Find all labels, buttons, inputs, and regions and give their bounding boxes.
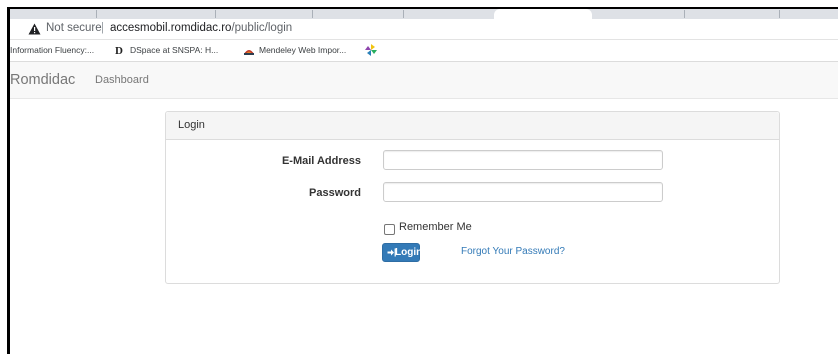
- tab-separator: [215, 10, 216, 18]
- tab-separator: [96, 10, 97, 18]
- remember-me-checkbox[interactable]: [384, 224, 395, 235]
- tab-separator: [779, 10, 780, 18]
- mendeley-icon: [244, 50, 254, 55]
- bookmark-dspace[interactable]: DSpace at SNSPA: H...: [130, 45, 218, 55]
- dspace-icon: D: [114, 44, 126, 56]
- top-navbar: Romdidac Dashboard: [10, 62, 838, 99]
- url-host: accesmobil.romdidac.ro: [110, 22, 232, 34]
- url-text[interactable]: accesmobil.romdidac.ro/public/login: [110, 22, 292, 34]
- warning-triangle-icon[interactable]: [28, 23, 41, 35]
- browser-tab-strip: [10, 9, 838, 19]
- url-path: /public/login: [231, 22, 293, 34]
- address-separator: |: [101, 22, 104, 34]
- login-button[interactable]: Login: [382, 243, 423, 262]
- svg-text:D: D: [115, 45, 123, 56]
- bookmark-mendeley[interactable]: Mendeley Web Impor...: [259, 45, 346, 55]
- bookmark-information-fluency[interactable]: Information Fluency:...: [10, 45, 94, 55]
- login-panel: Login E-Mail Address Password Remember M…: [165, 111, 780, 284]
- remember-me-label[interactable]: Remember Me: [399, 221, 472, 233]
- sign-in-icon: [387, 248, 396, 257]
- security-status-label[interactable]: Not secure: [46, 22, 102, 34]
- tab-separator: [403, 10, 404, 18]
- login-button-label: Login: [395, 247, 423, 258]
- password-field[interactable]: [383, 182, 663, 202]
- email-field[interactable]: [383, 150, 663, 170]
- tab-separator: [312, 10, 313, 18]
- password-label: Password: [309, 187, 361, 199]
- bookmarks-bar: Information Fluency:... D DSpace at SNSP…: [10, 40, 838, 62]
- forgot-password-link[interactable]: Forgot Your Password?: [461, 246, 565, 257]
- tab-separator: [684, 10, 685, 18]
- active-tab[interactable]: [494, 9, 592, 19]
- address-bar[interactable]: Not secure | accesmobil.romdidac.ro/publ…: [10, 19, 838, 40]
- pinwheel-icon[interactable]: [365, 44, 377, 56]
- login-panel-heading: Login: [166, 112, 779, 140]
- panel-title: Login: [178, 119, 205, 131]
- nav-link-dashboard[interactable]: Dashboard: [95, 74, 149, 86]
- brand-logo-text[interactable]: Romdidac: [10, 72, 75, 88]
- email-label: E-Mail Address: [281, 155, 361, 167]
